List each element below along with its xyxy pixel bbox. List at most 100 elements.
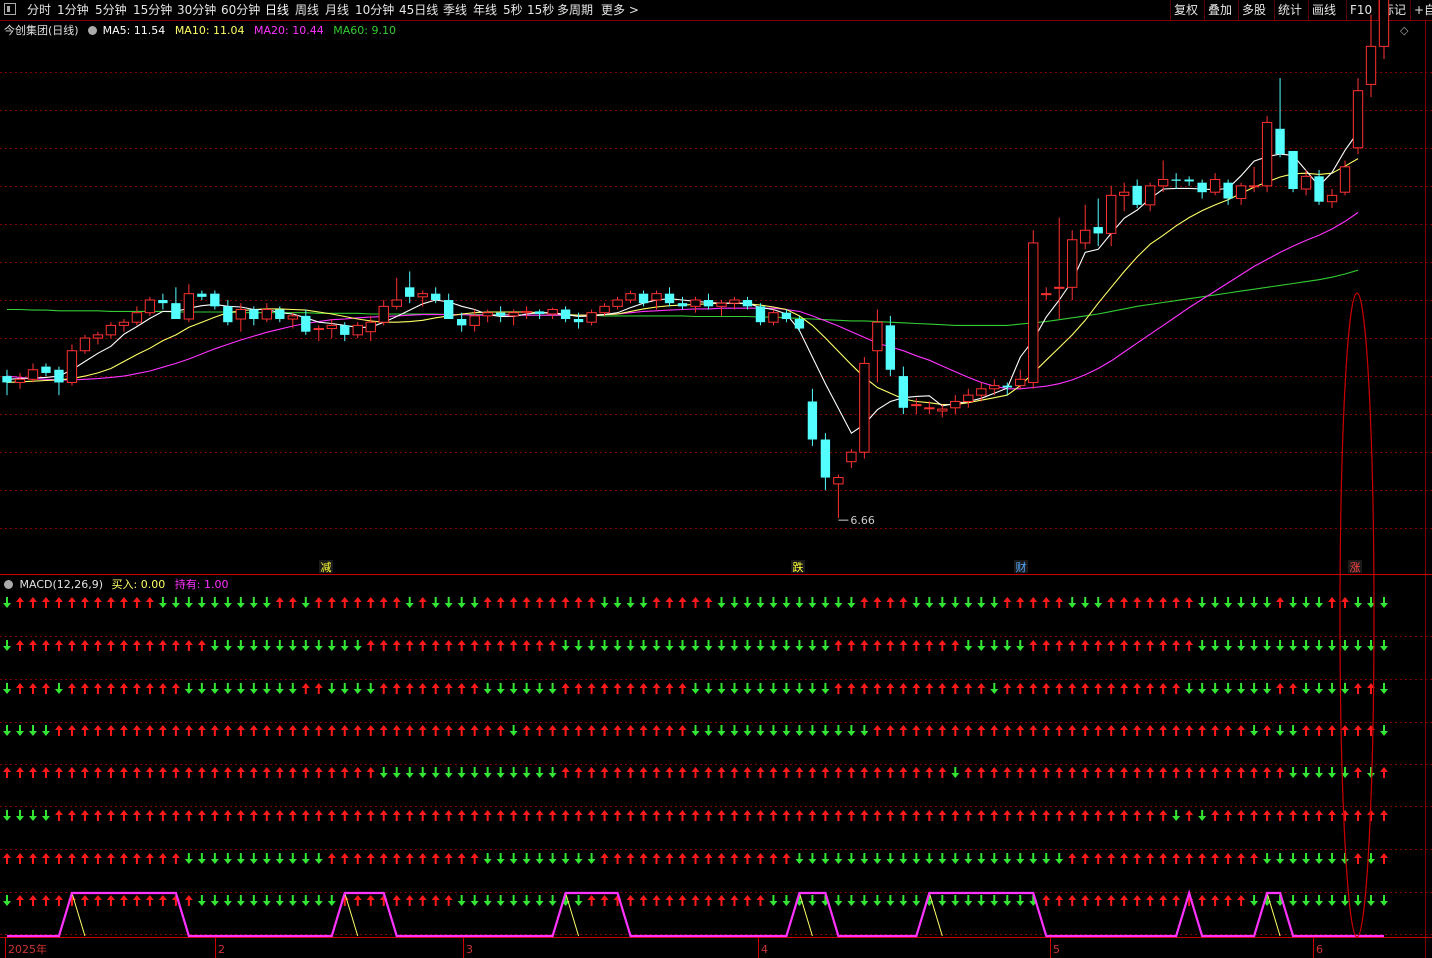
arrow-head	[977, 767, 986, 772]
arrow-up-icon	[1263, 725, 1272, 736]
arrow-head	[912, 810, 921, 815]
arrow-head	[509, 810, 518, 815]
arrow-down-icon	[457, 597, 466, 608]
arrow-head	[600, 683, 609, 688]
indicator-name[interactable]: MACD(12,26,9)	[20, 578, 104, 591]
arrow-head	[821, 603, 830, 608]
arrow-down-icon	[1250, 895, 1259, 906]
arrow-head	[626, 725, 635, 730]
arrow-head	[249, 810, 258, 815]
arrow-up-icon	[340, 810, 349, 821]
candle	[534, 309, 545, 320]
candle	[405, 271, 415, 304]
arrow-head	[392, 640, 401, 645]
arrow-up-icon	[132, 853, 141, 864]
arrow-down-icon	[496, 683, 505, 694]
arrow-up-icon	[1120, 810, 1129, 821]
settings-circle-icon[interactable]	[88, 26, 98, 35]
arrow-up-icon	[28, 640, 37, 651]
arrow-up-icon	[769, 853, 778, 864]
arrow-head	[301, 603, 310, 608]
kline-chart[interactable]: 2025年23456 13.426.66减跌财涨◇	[0, 0, 1432, 958]
candle	[14, 372, 26, 389]
arrow-head	[782, 767, 791, 772]
arrow-head	[886, 725, 895, 730]
arrow-head	[1302, 689, 1311, 694]
arrow-head	[236, 725, 245, 730]
date-axis: 2025年 2 3 4 5 6	[5, 938, 1323, 958]
moving-average-lines	[6, 131, 1359, 435]
arrow-up-icon	[717, 853, 726, 864]
arrow-head	[795, 810, 804, 815]
candle-body	[1184, 179, 1194, 182]
arrow-up-icon	[392, 725, 401, 736]
arrow-head	[93, 725, 102, 730]
arrow-up-icon	[886, 597, 895, 608]
arrow-down-icon	[1172, 810, 1181, 821]
arrow-head	[1276, 767, 1285, 772]
arrow-up-icon	[535, 640, 544, 651]
arrow-head	[509, 859, 518, 864]
arrow-down-icon	[951, 597, 960, 608]
arrow-head	[1315, 810, 1324, 815]
arrow-down-icon	[171, 597, 180, 608]
arrow-head	[574, 901, 583, 906]
arrow-head	[54, 810, 63, 815]
candle-body	[768, 312, 779, 323]
arrow-up-icon	[444, 683, 453, 694]
arrow-head	[418, 725, 427, 730]
arrow-up-icon	[236, 810, 245, 821]
arrow-head	[990, 810, 999, 815]
arrow-head	[3, 901, 11, 906]
arrow-head	[158, 603, 167, 608]
arrow-down-icon	[470, 767, 479, 778]
candle	[807, 388, 818, 446]
arrow-head	[275, 725, 284, 730]
arrow-head	[444, 895, 453, 900]
arrow-up-icon	[1029, 640, 1038, 651]
arrow-down-icon	[548, 767, 557, 778]
stock-title[interactable]: 今创集团(日线)	[4, 24, 79, 37]
arrow-head	[1172, 853, 1181, 858]
arrow-head	[873, 640, 882, 645]
arrow-up-icon	[379, 640, 388, 651]
arrow-up-icon	[717, 810, 726, 821]
arrow-up-icon	[938, 725, 947, 736]
arrow-up-icon	[587, 767, 596, 778]
arrow-head	[1068, 725, 1077, 730]
arrow-head	[873, 767, 882, 772]
arrow-up-icon	[444, 895, 453, 906]
arrow-head	[340, 597, 349, 602]
arrow-head	[1120, 767, 1129, 772]
arrow-up-icon	[1107, 853, 1116, 864]
arrow-down-icon	[821, 640, 830, 651]
arrow-up-icon	[1016, 810, 1025, 821]
arrow-down-icon	[262, 853, 271, 864]
arrow-head	[1003, 597, 1012, 602]
arrow-up-icon	[1380, 767, 1388, 778]
arrow-head	[1029, 859, 1038, 864]
indicator-settings-icon[interactable]	[4, 580, 13, 589]
arrow-head	[1133, 895, 1142, 900]
arrow-down-icon	[1250, 725, 1259, 736]
arrow-up-icon	[1211, 853, 1220, 864]
candle	[1314, 170, 1324, 205]
macd-indicator-panel	[0, 597, 1432, 938]
arrow-head	[301, 859, 310, 864]
arrow-head	[808, 689, 817, 694]
arrow-head	[1185, 725, 1194, 730]
arrow-head	[561, 810, 570, 815]
arrow-up-icon	[509, 810, 518, 821]
arrow-head	[275, 646, 284, 651]
arrow-head	[1250, 810, 1259, 815]
arrow-up-icon	[67, 640, 76, 651]
arrow-up-icon	[1016, 725, 1025, 736]
arrow-head	[1068, 895, 1077, 900]
arrow-head	[990, 646, 999, 651]
arrow-up-icon	[964, 725, 973, 736]
arrow-down-icon	[1003, 895, 1012, 906]
arrow-up-icon	[899, 767, 908, 778]
low-price-label: 6.66	[850, 514, 875, 527]
arrow-head	[626, 895, 635, 900]
arrow-head	[431, 810, 440, 815]
